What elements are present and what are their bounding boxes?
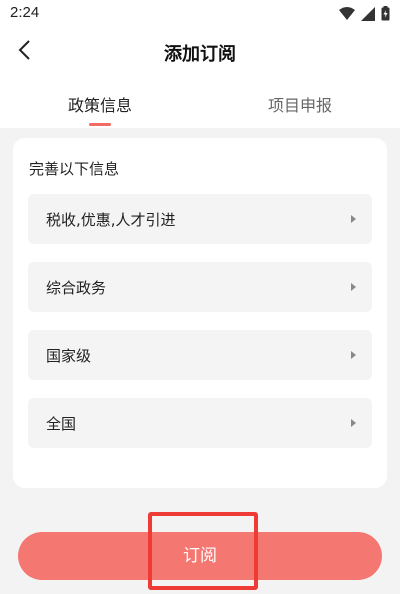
wifi-icon xyxy=(339,6,355,25)
option-level[interactable]: 国家级 xyxy=(28,330,372,380)
battery-icon xyxy=(381,6,390,25)
tab-label: 项目申报 xyxy=(267,96,332,115)
status-time: 2:24 xyxy=(10,4,40,21)
caret-right-icon xyxy=(351,215,356,223)
page-title: 添加订阅 xyxy=(164,44,236,65)
option-policy-type[interactable]: 税收,优惠,人才引进 xyxy=(28,194,372,244)
status-icons xyxy=(339,6,390,25)
option-region[interactable]: 全国 xyxy=(28,398,372,448)
option-label: 综合政务 xyxy=(46,279,107,297)
subscription-form-card: 完善以下信息 税收,优惠,人才引进 综合政务 国家级 全国 xyxy=(13,138,387,488)
signal-icon xyxy=(361,6,375,25)
form-title: 完善以下信息 xyxy=(29,160,120,178)
option-label: 国家级 xyxy=(46,347,92,365)
tab-policy-info[interactable]: 政策信息 xyxy=(0,76,200,128)
subscribe-button[interactable]: 订阅 xyxy=(18,532,382,580)
caret-right-icon xyxy=(351,283,356,291)
option-label: 全国 xyxy=(46,415,77,433)
caret-right-icon xyxy=(351,351,356,359)
option-affairs-category[interactable]: 综合政务 xyxy=(28,262,372,312)
tab-bar: 政策信息 项目申报 xyxy=(0,76,400,128)
tab-active-indicator xyxy=(89,123,111,126)
caret-right-icon xyxy=(351,419,356,427)
page: 2:24 添加订阅 政策信息 项目申报 完善以下信息 税收,优惠,人才引进 综合… xyxy=(0,0,400,594)
tab-project-application[interactable]: 项目申报 xyxy=(200,76,400,128)
tab-label: 政策信息 xyxy=(67,96,132,115)
status-bar: 2:24 xyxy=(0,0,400,28)
option-label: 税收,优惠,人才引进 xyxy=(46,211,176,229)
header: 添加订阅 xyxy=(0,28,400,76)
